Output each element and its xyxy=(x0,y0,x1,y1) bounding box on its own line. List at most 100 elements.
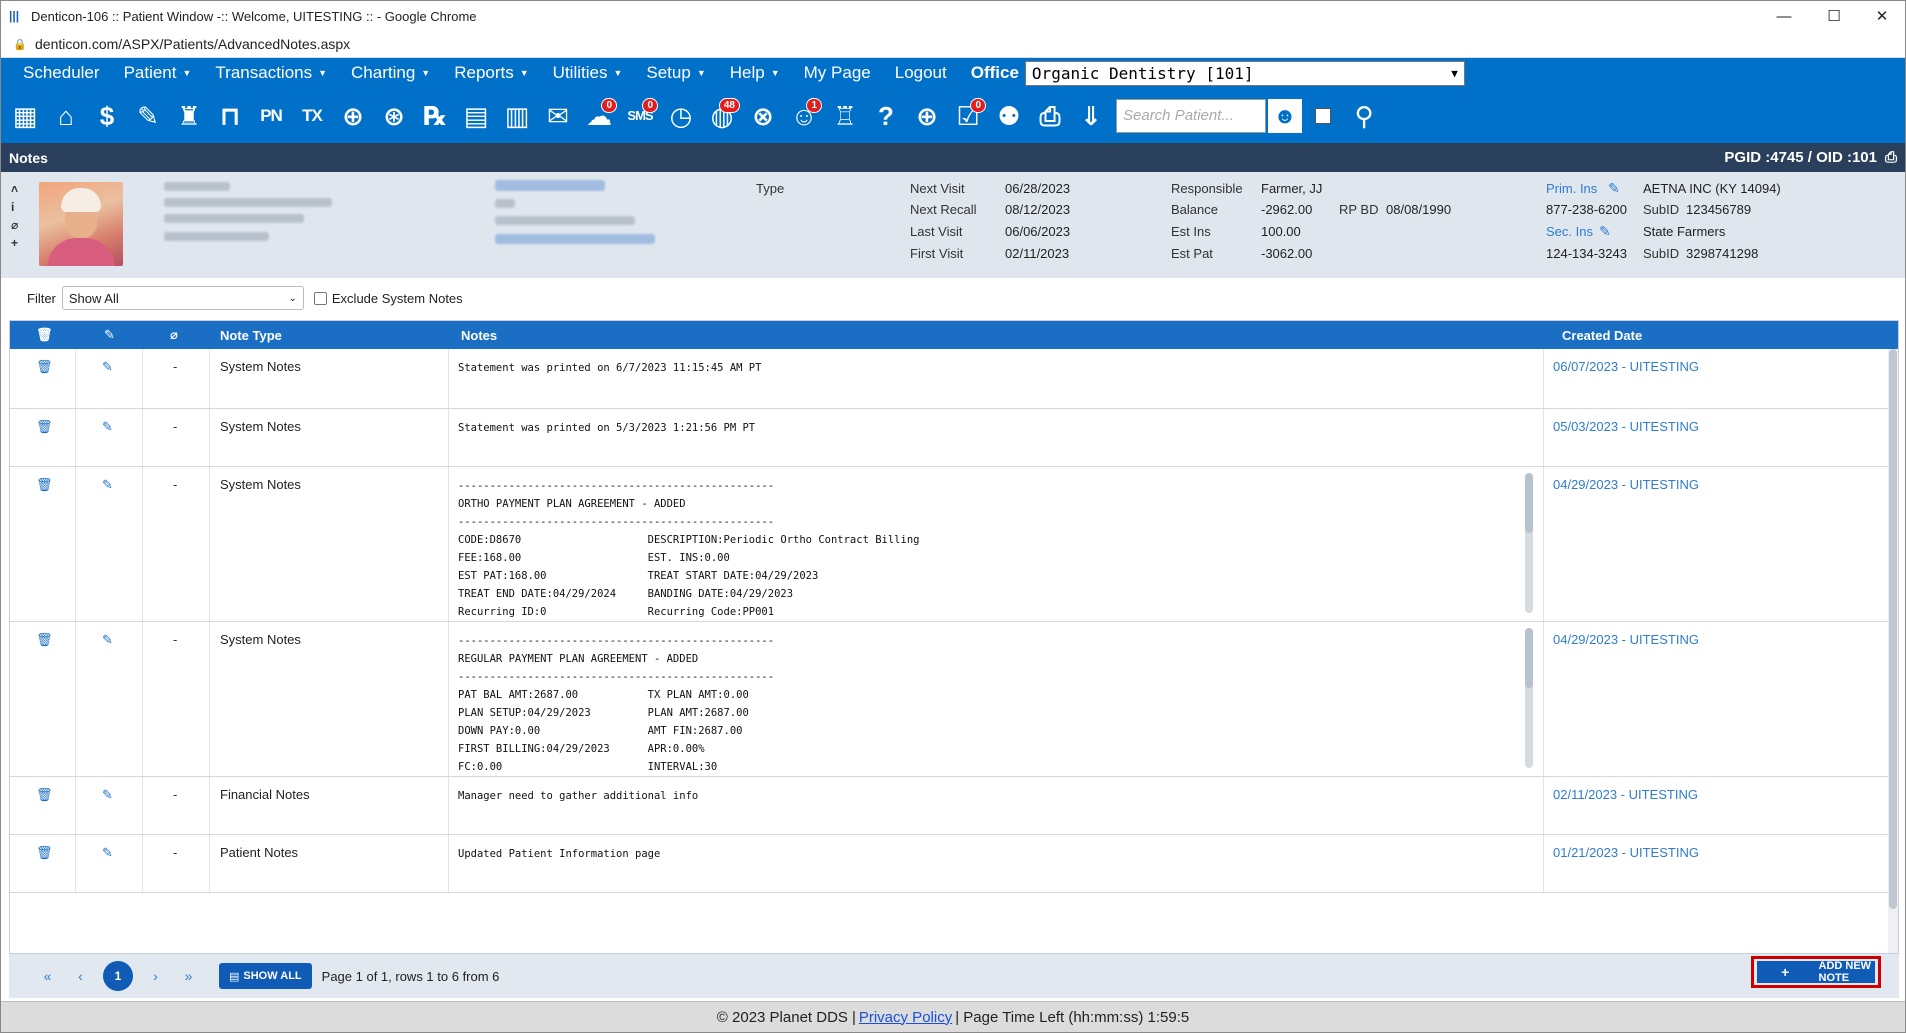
sms-icon[interactable]: SMS 0 xyxy=(620,96,660,136)
prim-subid-label: SubID xyxy=(1643,202,1680,217)
home-icon[interactable]: ⌂ xyxy=(46,96,86,136)
menu-transactions[interactable]: Transactions ▼ xyxy=(203,58,339,88)
patient-search-icon[interactable]: ☻ xyxy=(1268,98,1302,133)
clock-icon[interactable]: ◷ xyxy=(661,96,701,136)
exclude-system-notes-checkbox[interactable] xyxy=(313,291,327,305)
plus-icon: + xyxy=(1757,961,1814,983)
edit-list-icon[interactable]: ✎ xyxy=(128,96,168,136)
prev-page-button[interactable]: ‹ xyxy=(64,968,97,984)
menu-logout[interactable]: Logout xyxy=(883,58,959,88)
help-tooth-icon[interactable]: ? xyxy=(866,96,906,136)
rpbd-label: RP BD xyxy=(1339,202,1379,217)
note-type-header[interactable]: Note Type xyxy=(220,321,282,349)
collapse-icon[interactable]: ˄ xyxy=(11,182,25,196)
calendar-icon[interactable]: ▦ xyxy=(5,96,45,136)
note-scrollbar[interactable] xyxy=(1525,628,1533,768)
menu-utilities[interactable]: Utilities ▼ xyxy=(541,58,635,88)
created-date-link[interactable]: 04/29/2023 - UITESTING xyxy=(1553,477,1699,492)
menu-my-page[interactable]: My Page xyxy=(792,58,883,88)
lifebuoy-icon[interactable]: ⊗ xyxy=(743,96,783,136)
caret-down-icon: ▼ xyxy=(519,68,529,78)
note-type-cell: System Notes xyxy=(220,477,301,492)
created-date-link[interactable]: 02/11/2023 - UITESTING xyxy=(1553,787,1698,802)
note-scrollbar[interactable] xyxy=(1525,473,1533,613)
delete-icon[interactable]: 🗑 xyxy=(36,845,53,861)
edit-icon[interactable]: ✎ xyxy=(102,845,113,861)
edit-icon[interactable]: ✎ xyxy=(102,359,113,375)
created-date-link[interactable]: 04/29/2023 - UITESTING xyxy=(1553,632,1699,647)
page-1-button[interactable]: 1 xyxy=(103,961,133,991)
dollar-icon[interactable]: $ xyxy=(87,96,127,136)
minimize-button[interactable]: — xyxy=(1761,1,1807,31)
attachment-cell: - xyxy=(173,419,178,434)
created-date-link[interactable]: 06/07/2023 - UITESTING xyxy=(1553,359,1699,374)
globe-badge: 48 xyxy=(718,97,740,113)
menu-setup[interactable]: Setup ▼ xyxy=(634,58,717,88)
search-patient-input[interactable]: Search Patient... xyxy=(1116,98,1266,133)
checklist-icon[interactable]: ☑ 0 xyxy=(948,96,988,136)
created-date-header[interactable]: Created Date xyxy=(1562,321,1642,349)
delete-icon[interactable]: 🗑 xyxy=(36,787,53,803)
last-page-button[interactable]: » xyxy=(172,968,205,984)
search-people-icon[interactable]: ⚲ xyxy=(1344,96,1384,136)
edit-icon[interactable]: ✎ xyxy=(102,632,113,648)
menu-help[interactable]: Help ▼ xyxy=(718,58,792,88)
edit-icon[interactable]: ✎ xyxy=(102,419,113,435)
globe-icon[interactable]: ◍ 48 xyxy=(702,96,742,136)
menu-patient[interactable]: Patient ▼ xyxy=(112,58,204,88)
maximize-button[interactable]: ☐ xyxy=(1811,1,1857,31)
edit-icon[interactable]: ✎ xyxy=(102,787,113,803)
support-icon[interactable]: ☺ 1 xyxy=(784,96,824,136)
treatment-icon[interactable]: TX xyxy=(292,96,332,136)
first-page-button[interactable]: « xyxy=(31,968,64,984)
add-new-note-button[interactable]: + ADD NEW NOTE xyxy=(1751,956,1881,988)
menu-scheduler[interactable]: Scheduler xyxy=(11,58,112,88)
url-text[interactable]: denticon.com/ASPX/Patients/AdvancedNotes… xyxy=(35,36,350,52)
add-icon[interactable]: + xyxy=(11,236,25,250)
address-bar[interactable]: 🔒 denticon.com/ASPX/Patients/AdvancedNot… xyxy=(1,31,1905,58)
dental-chart-icon[interactable]: ⊓ xyxy=(210,96,250,136)
checkbox-icon[interactable] xyxy=(1303,96,1343,136)
edit-sec-ins-icon[interactable]: ✎ xyxy=(1599,223,1611,240)
menu-reports[interactable]: Reports ▼ xyxy=(442,58,540,88)
attachment-icon[interactable]: ⌀ xyxy=(11,218,25,232)
print-form-icon[interactable]: ▥ xyxy=(497,96,537,136)
filter-select[interactable]: Show All ⌄ xyxy=(61,286,304,310)
info-icon[interactable]: i xyxy=(11,200,25,214)
page-time-left: | Page Time Left (hh:mm:ss) 1:59:5 xyxy=(955,1008,1190,1026)
printer-icon[interactable]: ⎙ xyxy=(1030,96,1070,136)
redacted-phone2 xyxy=(495,216,635,225)
grid-scrollbar[interactable] xyxy=(1888,349,1898,953)
created-date-link[interactable]: 01/21/2023 - UITESTING xyxy=(1553,845,1699,860)
delete-icon[interactable]: 🗑 xyxy=(36,632,53,648)
menu-charting[interactable]: Charting ▼ xyxy=(339,58,442,88)
next-page-button[interactable]: › xyxy=(139,968,172,984)
show-all-button[interactable]: ▤ SHOW ALL xyxy=(219,963,312,989)
privacy-policy-link[interactable]: Privacy Policy xyxy=(859,1009,952,1026)
edit-icon[interactable]: ✎ xyxy=(102,477,113,493)
group-icon[interactable]: ⚉ xyxy=(989,96,1029,136)
caret-down-icon: ▼ xyxy=(182,68,192,78)
close-button[interactable]: ✕ xyxy=(1859,1,1905,31)
add-patient-icon[interactable]: ⊕ xyxy=(333,96,373,136)
chat-icon[interactable]: ☁ 0 xyxy=(579,96,619,136)
delete-icon[interactable]: 🗑 xyxy=(36,477,53,493)
tooth-outline-icon[interactable]: ♖ xyxy=(825,96,865,136)
document-icon[interactable]: ▤ xyxy=(456,96,496,136)
web-icon[interactable]: ⊕ xyxy=(907,96,947,136)
prim-ins-link[interactable]: Prim. Ins xyxy=(1546,181,1597,196)
delete-icon[interactable]: 🗑 xyxy=(36,419,53,435)
edit-prim-ins-icon[interactable]: ✎ xyxy=(1608,180,1620,197)
created-date-link[interactable]: 05/03/2023 - UITESTING xyxy=(1553,419,1699,434)
progress-notes-icon[interactable]: PN xyxy=(251,96,291,136)
sec-ins-link[interactable]: Sec. Ins xyxy=(1546,224,1593,239)
download-icon[interactable]: ⇓ xyxy=(1071,96,1111,136)
office-select[interactable]: Organic Dentistry [101] ▼ xyxy=(1024,60,1465,86)
prescription-icon[interactable]: ℞ xyxy=(415,96,455,136)
print-icon[interactable]: ⎙ xyxy=(1885,149,1897,166)
delete-icon[interactable]: 🗑 xyxy=(36,359,53,375)
mail-icon[interactable]: ✉ xyxy=(538,96,578,136)
notes-header[interactable]: Notes xyxy=(461,321,497,349)
tooth-icon[interactable]: ♜ xyxy=(169,96,209,136)
add-family-icon[interactable]: ⊛ xyxy=(374,96,414,136)
